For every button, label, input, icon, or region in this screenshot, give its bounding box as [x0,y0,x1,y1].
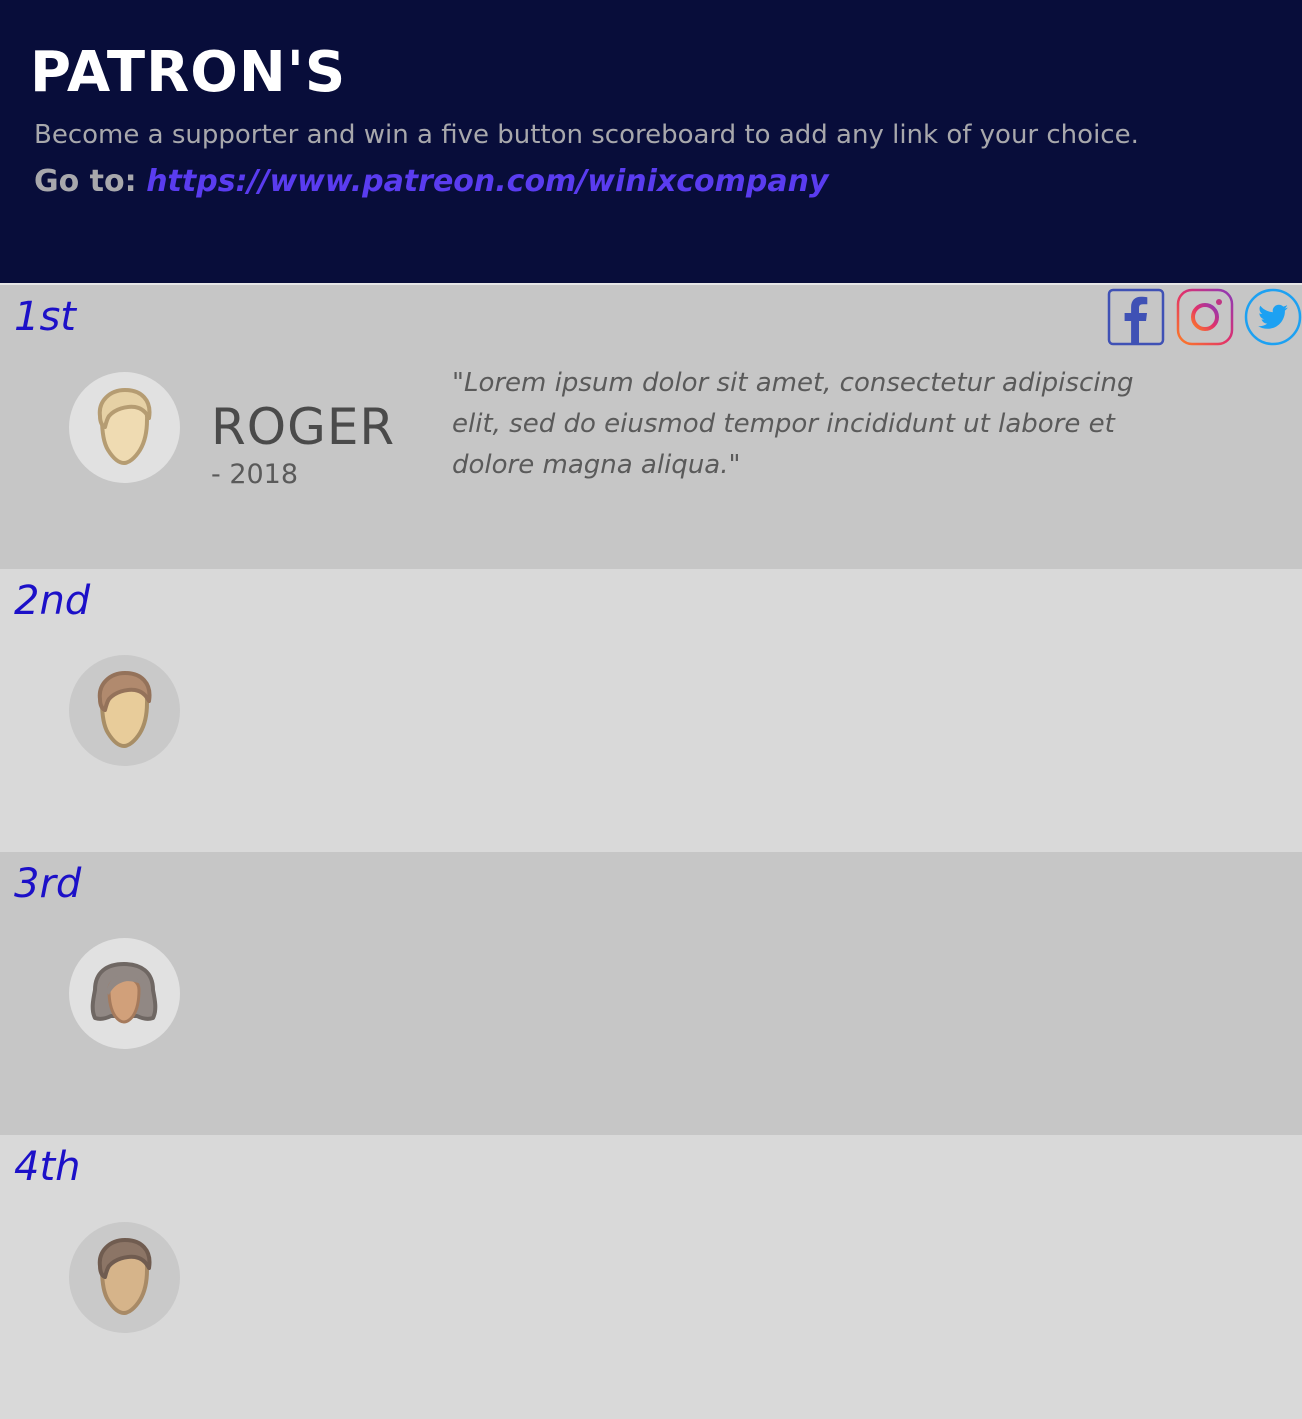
page-header: PATRON'S Become a supporter and win a fi… [0,0,1302,283]
woman-icon [90,962,158,1024]
rank-label: 3rd [14,861,82,907]
patreon-link[interactable]: https://www.patreon.com/winixcompany [146,164,828,199]
rank-label: 1st [14,294,76,340]
dark-hair-man-icon [97,1238,152,1316]
patron-avatar [69,938,180,1049]
page-title: PATRON'S [30,40,347,105]
instagram-icon[interactable] [1176,288,1234,346]
blond-man-icon [97,388,152,466]
rank-label: 2nd [14,578,91,624]
patron-quote: "Lorem ipsum dolor sit amet, consectetur… [452,368,1134,480]
patron-row-2: 2nd [0,569,1302,852]
patron-row-3: 3rd [0,852,1302,1135]
rank-label: 4th [14,1144,81,1190]
twitter-icon[interactable] [1244,288,1302,346]
patron-name: ROGER [211,398,396,456]
patron-avatar [69,655,180,766]
patron-avatar [69,372,180,483]
patron-row-4: 4th [0,1135,1302,1419]
goto-line: Go to: https://www.patreon.com/winixcomp… [34,160,829,204]
page-subtitle: Become a supporter and win a five button… [34,120,1139,150]
brown-hair-man-icon [97,671,152,749]
patron-avatar [69,1222,180,1333]
goto-label: Go to: [34,164,137,199]
patron-year: - 2018 [211,459,299,490]
patron-row-1: 1st ROGER - 2018 "Lorem ipsum dolor sit … [0,285,1302,569]
facebook-icon[interactable] [1107,288,1165,346]
